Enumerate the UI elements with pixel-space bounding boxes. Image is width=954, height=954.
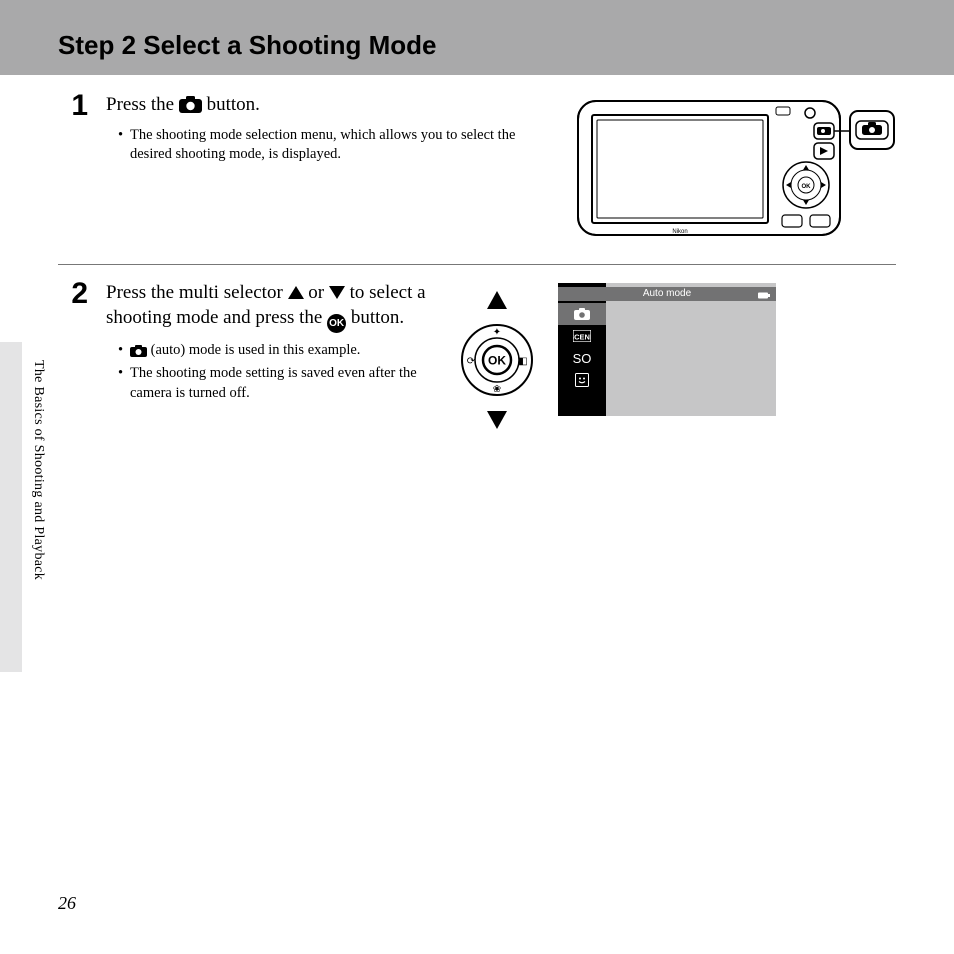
svg-text:❀: ❀ [493, 384, 501, 395]
camera-back-illustration: Nikon OK [576, 93, 896, 246]
step-number: 2 [58, 279, 88, 309]
svg-text:⟳: ⟳ [467, 356, 476, 367]
svg-text:OK: OK [488, 354, 506, 368]
ok-icon: OK [327, 314, 346, 333]
svg-text:◧: ◧ [518, 356, 527, 367]
page-header: Step 2 Select a Shooting Mode [0, 0, 954, 75]
step-2-title: Press the multi selector or to select a … [106, 281, 436, 333]
page-title: Step 2 Select a Shooting Mode [58, 30, 954, 61]
step-number: 1 [58, 91, 88, 121]
battery-icon [758, 290, 770, 304]
bullet-text: (auto) mode is used in this example. [130, 341, 436, 361]
svg-text:✦: ✦ [493, 327, 501, 338]
up-arrow-icon [288, 286, 304, 299]
mode-item-so: SO [558, 347, 606, 369]
bullet-text: The shooting mode setting is saved even … [130, 364, 436, 403]
mode-item-scene: SCENE [558, 325, 606, 347]
step-1-bullets: The shooting mode selection menu, which … [106, 126, 556, 165]
camera-icon [179, 96, 202, 113]
step-2: 2 Press the multi selector or to select … [58, 265, 896, 458]
mode-item-smile [558, 369, 606, 391]
page-number: 26 [58, 893, 76, 914]
step-1: 1 Press the button. [58, 93, 896, 265]
section-label: The Basics of Shooting and Playback [30, 360, 46, 580]
down-arrow-icon [329, 286, 345, 299]
multi-selector-illustration: OK ✦ ❀ ⟳ ◧ [456, 285, 538, 440]
mode-banner: Auto mode [558, 287, 776, 301]
side-tab [0, 342, 22, 672]
svg-text:OK: OK [802, 184, 812, 190]
bullet-text: The shooting mode selection menu, which … [130, 126, 556, 165]
svg-text:Nikon: Nikon [672, 229, 687, 235]
mode-selection-screen: SCENE SO [558, 283, 776, 416]
step-1-title: Press the button. [106, 93, 556, 118]
step-2-bullets: (auto) mode is used in this example. The… [106, 341, 436, 404]
mode-icons-strip: SCENE SO [558, 283, 606, 416]
camera-icon [130, 345, 147, 357]
mode-item-auto [558, 303, 606, 325]
svg-text:SCENE: SCENE [573, 333, 591, 342]
